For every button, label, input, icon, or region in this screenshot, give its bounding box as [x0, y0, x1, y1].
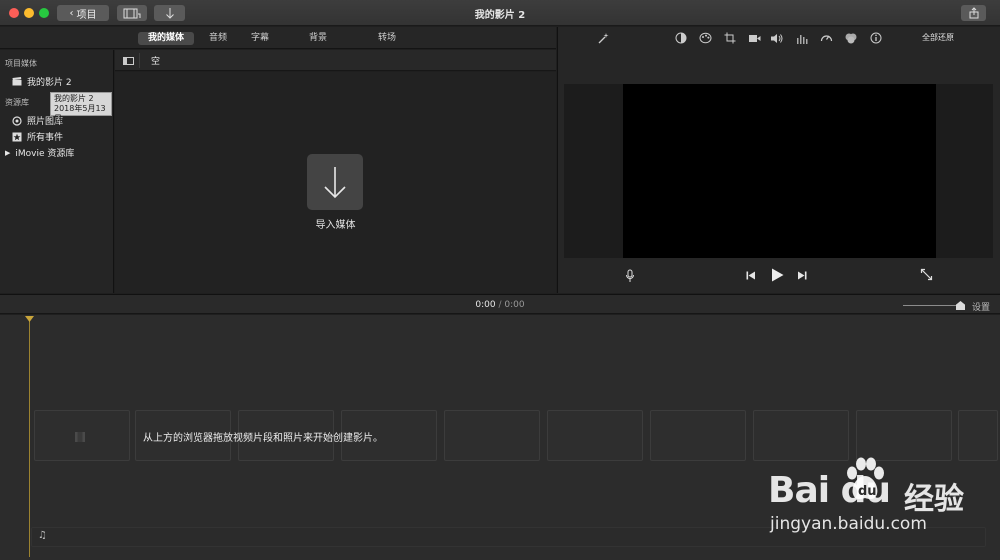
film-strip-icon — [74, 431, 86, 443]
skip-forward-icon — [798, 271, 807, 280]
watermark-suffix: 经验 — [904, 482, 964, 517]
title-bar: ‹ 项目 我的影片 2 — [0, 0, 1000, 26]
zoom-slider-track[interactable] — [903, 305, 959, 306]
arrow-down-icon — [324, 167, 346, 199]
equalizer-icon[interactable] — [795, 31, 809, 45]
share-button[interactable] — [961, 5, 986, 21]
timecode-display: 0:00 / 0:00 — [0, 300, 1000, 310]
magic-wand-icon[interactable] — [596, 31, 610, 45]
play-button[interactable] — [771, 268, 784, 282]
tab-titles[interactable]: 字幕 — [241, 32, 279, 45]
import-media-label: 导入媒体 — [315, 220, 356, 231]
clip-placeholder — [856, 410, 952, 461]
sidebar-item-imovie-library[interactable]: ▶ iMovie 资源库 — [5, 146, 75, 160]
sidebar-item-project-label: 我的影片 2 — [27, 78, 72, 88]
libraries-sidebar: 项目媒体 我的影片 2 资源库 照片图库 所有事件 ▶ iMovie 资源库 我… — [0, 50, 114, 293]
skip-back-icon — [746, 271, 755, 280]
timeline-empty-hint: 从上方的浏览器拖放视频片段和照片来开始创建影片。 — [143, 433, 383, 444]
total-time: 0:00 — [504, 300, 525, 310]
clip-placeholder — [444, 410, 540, 461]
browser-tab-bar: 我的媒体 音频 字幕 背景 转场 — [0, 27, 556, 49]
sidebar-toggle-button[interactable] — [118, 53, 140, 68]
timeline-header: 0:00 / 0:00 设置 — [0, 294, 1000, 314]
video-preview[interactable] — [623, 84, 936, 258]
sidebar-item-imovie-library-label: iMovie 资源库 — [15, 149, 75, 159]
media-filter-label[interactable]: 空 — [151, 54, 160, 67]
fullscreen-icon — [920, 268, 933, 281]
baidu-watermark: Bai du du 经验 jingyan.baidu.com — [768, 456, 998, 546]
filter-icon[interactable] — [844, 31, 858, 45]
play-icon — [772, 268, 784, 282]
timecode-separator: / — [498, 300, 502, 310]
media-toolbar: 空 — [115, 50, 556, 71]
stabilization-icon[interactable] — [747, 31, 761, 45]
skip-forward-button[interactable] — [797, 271, 807, 280]
volume-icon[interactable] — [770, 31, 784, 45]
current-time: 0:00 — [475, 300, 496, 310]
library-heading: 资源库 — [5, 98, 29, 107]
tab-my-media[interactable]: 我的媒体 — [138, 32, 195, 45]
playhead-marker[interactable] — [25, 316, 34, 322]
disclosure-triangle-icon: ▶ — [5, 148, 11, 157]
viewer-panel: 全部还原 — [557, 27, 1000, 293]
watermark-url: jingyan.baidu.com — [770, 514, 927, 534]
timeline-settings-button[interactable]: 设置 — [972, 300, 990, 313]
svg-text:du: du — [858, 484, 877, 499]
media-browser: 导入媒体 — [115, 72, 556, 293]
crop-icon[interactable] — [723, 31, 737, 45]
playhead[interactable] — [29, 317, 30, 557]
project-media-heading: 项目媒体 — [5, 59, 37, 68]
window-title: 我的影片 2 — [474, 10, 526, 21]
sidebar-item-all-events[interactable]: 所有事件 — [12, 130, 63, 143]
paw-logo-icon: du — [847, 457, 884, 500]
clip-placeholder — [547, 410, 643, 461]
photos-icon — [12, 115, 22, 126]
info-icon[interactable] — [869, 31, 883, 45]
clapperboard-icon — [12, 77, 22, 86]
color-balance-icon[interactable] — [674, 31, 688, 45]
microphone-icon — [626, 269, 634, 282]
tab-backgrounds[interactable]: 背景 — [299, 32, 337, 45]
project-tooltip: 我的影片 2 2018年5月13日 — [50, 92, 112, 123]
color-palette-icon[interactable] — [698, 31, 712, 45]
skip-back-button[interactable] — [746, 271, 756, 280]
sidebar-item-all-events-label: 所有事件 — [27, 133, 64, 143]
fullscreen-button[interactable] — [920, 268, 933, 281]
clip-placeholder — [958, 410, 998, 461]
sidebar-item-project[interactable]: 我的影片 2 — [12, 75, 72, 88]
star-icon — [12, 132, 22, 141]
tooltip-date: 2018年5月13日 — [54, 104, 106, 123]
music-note-icon: ♫ — [38, 530, 47, 541]
clip-placeholder — [753, 410, 849, 461]
tooltip-title: 我的影片 2 — [54, 94, 94, 103]
speed-icon[interactable] — [819, 31, 833, 45]
tab-audio[interactable]: 音频 — [199, 32, 237, 45]
sidebar-toggle-icon — [123, 56, 134, 65]
voiceover-button[interactable] — [625, 269, 635, 283]
share-icon — [969, 7, 978, 19]
reset-all-button[interactable]: 全部还原 — [922, 32, 954, 43]
import-media-button[interactable] — [307, 154, 363, 210]
clip-placeholder — [650, 410, 746, 461]
tab-transitions[interactable]: 转场 — [368, 32, 406, 45]
